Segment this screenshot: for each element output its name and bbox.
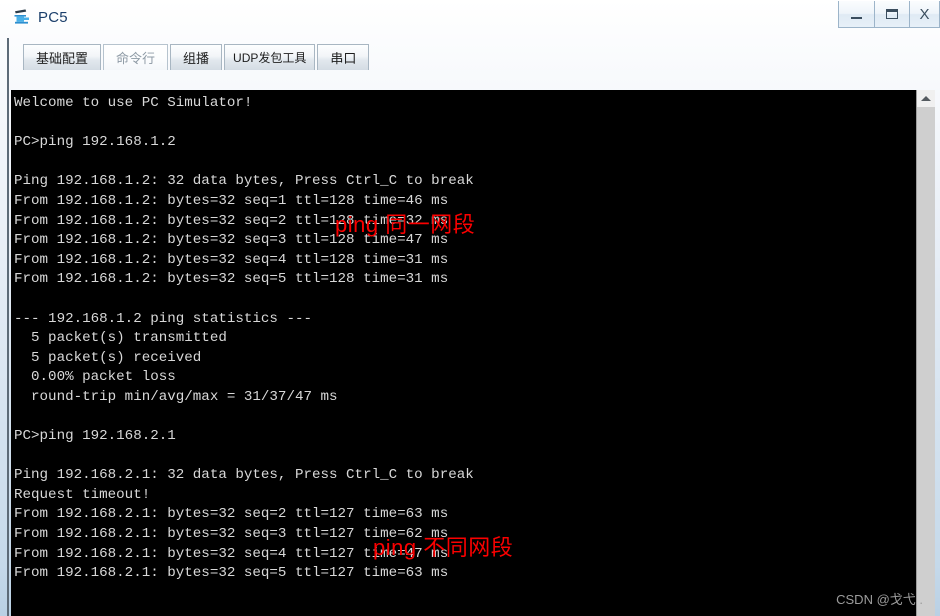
pc-device-icon [12,7,32,27]
terminal-line: PC>ping 192.168.2.1 [14,428,176,445]
tab-label: 串口 [330,51,357,66]
terminal-line: Request timeout! [14,486,151,503]
tab-udp-packet-tool[interactable]: UDP发包工具 [224,44,316,70]
tab-multicast[interactable]: 组播 [170,44,223,70]
client-area: 基础配置 命令行 组播 UDP发包工具 串口 Welcome to use PC… [7,38,935,616]
tab-label: 基础配置 [36,51,89,66]
maximize-button[interactable] [874,1,910,28]
window-title: PC5 [38,8,68,26]
tab-strip: 基础配置 命令行 组播 UDP发包工具 串口 [11,40,935,70]
scrollbar-track[interactable] [917,107,935,616]
terminal-line: PC>ping 192.168.1.2 [14,134,176,151]
terminal-line: --- 192.168.1.2 ping statistics --- [14,310,312,327]
terminal-line: Ping 192.168.2.1: 32 data bytes, Press C… [14,467,474,484]
terminal-line: Ping 192.168.1.2: 32 data bytes, Press C… [14,173,474,190]
annotation-same-subnet: ping 同一网段 [335,212,476,237]
annotation-different-subnet: ping 不同网段 [373,535,514,560]
close-button[interactable]: X [910,1,940,28]
scroll-up-button[interactable] [917,90,935,107]
pc-simulator-window: PC5 X 基础配置 命令行 组播 UDP发包工具 串口 Welcome to … [0,0,940,616]
terminal-line: 0.00% packet loss [14,369,176,386]
tab-label: 命令行 [116,51,156,66]
maximize-icon [886,9,898,19]
scroll-up-arrow-icon [921,96,931,101]
terminal-line: From 192.168.1.2: bytes=32 seq=5 ttl=128… [14,271,449,288]
tab-command-line[interactable]: 命令行 [103,44,169,70]
minimize-icon [851,16,862,19]
terminal-line: 5 packet(s) received [14,349,202,366]
terminal-panel: Welcome to use PC Simulator! PC>ping 192… [11,90,935,616]
terminal-line: round-trip min/avg/max = 31/37/47 ms [14,388,338,405]
terminal-line: From 192.168.2.1: bytes=32 seq=2 ttl=127… [14,506,449,523]
close-icon: X [919,5,930,23]
tab-basic-config[interactable]: 基础配置 [23,44,102,70]
tab-label: 组播 [183,51,210,66]
title-bar: PC5 X [0,0,940,36]
tab-label: UDP发包工具 [233,51,307,65]
title-bar-identity: PC5 [12,7,68,27]
terminal-line: Welcome to use PC Simulator! [14,95,253,111]
terminal-scrollbar[interactable] [916,90,935,616]
terminal-line: From 192.168.2.1: bytes=32 seq=5 ttl=127… [14,565,449,582]
terminal-line: From 192.168.1.2: bytes=32 seq=4 ttl=128… [14,251,449,268]
minimize-button[interactable] [838,1,874,28]
watermark-text: CSDN @戈弋 . [836,592,923,607]
terminal-line: 5 packet(s) transmitted [14,330,227,347]
tab-serial-port[interactable]: 串口 [317,44,370,70]
